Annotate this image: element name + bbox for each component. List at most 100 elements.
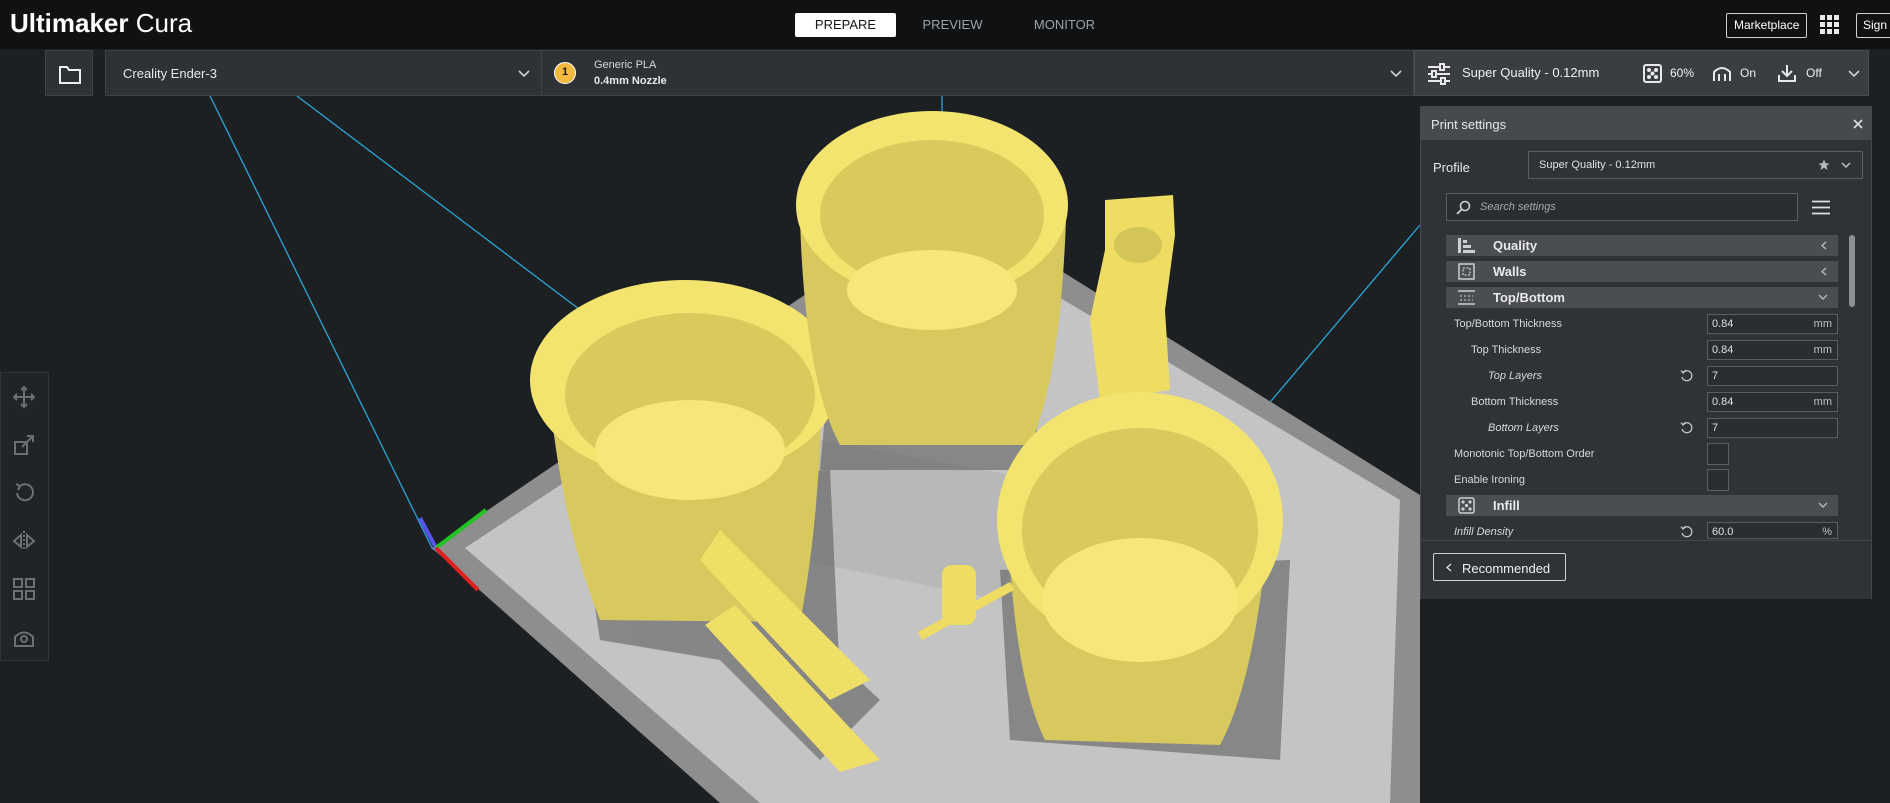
category-infill[interactable]: Infill: [1446, 495, 1838, 516]
close-icon[interactable]: [1853, 119, 1863, 129]
setting-unit: mm: [1813, 318, 1832, 330]
panel-footer: Recommended: [1421, 540, 1871, 599]
chevron-left-icon: [1821, 241, 1827, 250]
setting-label: Enable Ironing: [1454, 474, 1525, 486]
top-bottom-icon: [1458, 290, 1475, 305]
category-walls[interactable]: Walls: [1446, 261, 1838, 282]
move-icon[interactable]: [12, 385, 36, 409]
chevron-left-icon: [1446, 563, 1452, 572]
model-cup-center: [796, 111, 1068, 445]
setting-value: 7: [1712, 370, 1719, 382]
scale-icon[interactable]: [12, 433, 36, 457]
model-handle-part: [1090, 195, 1175, 400]
setting-label: Top Thickness: [1471, 344, 1542, 356]
adhesion-icon: [1778, 65, 1796, 82]
search-settings-field[interactable]: Search settings: [1446, 193, 1798, 221]
setting-value: 0.84: [1712, 318, 1734, 330]
setting-label: Bottom Thickness: [1471, 396, 1559, 408]
settings-scrollbar[interactable]: [1849, 235, 1855, 307]
hamburger-icon[interactable]: [1812, 200, 1830, 215]
top-bottom-thickness-input[interactable]: 0.84 mm: [1707, 314, 1838, 334]
enable-ironing-checkbox[interactable]: [1707, 469, 1729, 491]
star-icon[interactable]: [1818, 159, 1830, 171]
extruder-number: 1: [561, 66, 569, 78]
bottom-layers-input[interactable]: 7: [1707, 418, 1838, 438]
setting-label: Top Layers: [1488, 370, 1543, 382]
setting-value: 7: [1712, 422, 1719, 434]
tab-monitor[interactable]: MONITOR: [1012, 13, 1117, 37]
setting-label: Infill Density: [1454, 526, 1514, 538]
adhesion-value: Off: [1806, 66, 1822, 80]
support-blocker-icon[interactable]: [12, 625, 36, 649]
chevron-down-icon: [1818, 294, 1828, 300]
grid-icon[interactable]: [1819, 14, 1840, 35]
setting-unit: mm: [1813, 344, 1832, 356]
sliders-icon: [1428, 63, 1450, 85]
tab-preview[interactable]: PREVIEW: [905, 13, 1000, 37]
reset-icon[interactable]: [1680, 369, 1693, 382]
search-placeholder: Search settings: [1480, 201, 1556, 213]
category-quality[interactable]: Quality: [1446, 235, 1838, 256]
infill-density-input[interactable]: 60.0 %: [1707, 522, 1838, 539]
quality-icon: [1458, 238, 1475, 253]
top-thickness-input[interactable]: 0.84 mm: [1707, 340, 1838, 360]
profile-label: Profile: [1433, 160, 1470, 175]
material-name: Generic PLA: [594, 59, 657, 71]
open-file-button[interactable]: [45, 50, 93, 96]
reset-icon[interactable]: [1680, 421, 1693, 434]
chevron-down-icon: [1848, 70, 1860, 78]
header-bar: Ultimaker Cura PREPARE PREVIEW MONITOR M…: [0, 0, 1890, 49]
setting-value: 0.84: [1712, 344, 1734, 356]
quality-profile-label: Super Quality - 0.12mm: [1462, 65, 1600, 80]
support-value: On: [1740, 66, 1757, 80]
setting-label: Top/Bottom Thickness: [1454, 318, 1563, 330]
bottom-thickness-input[interactable]: 0.84 mm: [1707, 392, 1838, 412]
category-label: Walls: [1493, 264, 1527, 279]
tab-prepare[interactable]: PREPARE: [795, 13, 896, 37]
monotonic-order-checkbox[interactable]: [1707, 443, 1729, 465]
printer-selector[interactable]: Creality Ender-3: [105, 50, 542, 96]
infill-icon: [1458, 497, 1475, 514]
recommended-button[interactable]: Recommended: [1433, 553, 1566, 581]
top-layers-input[interactable]: 7: [1707, 366, 1838, 386]
nozzle-size: 0.4mm Nozzle: [594, 75, 667, 87]
setting-label: Monotonic Top/Bottom Order: [1454, 448, 1595, 460]
app-title-light: Cura: [135, 8, 193, 38]
profile-value: Super Quality - 0.12mm: [1539, 159, 1656, 171]
walls-icon: [1458, 263, 1475, 280]
marketplace-button[interactable]: Marketplace: [1726, 13, 1808, 38]
chevron-down-icon: [518, 70, 530, 78]
app-logo: Ultimaker Cura: [10, 8, 192, 39]
category-top-bottom[interactable]: Top/Bottom: [1446, 287, 1838, 308]
setting-value: 0.84: [1712, 396, 1734, 408]
per-model-settings-icon[interactable]: [12, 577, 36, 601]
setting-unit: %: [1822, 526, 1832, 538]
tool-strip: [0, 372, 49, 661]
recommended-label: Recommended: [1462, 561, 1551, 576]
signin-button[interactable]: Sign in: [1856, 13, 1890, 38]
material-selector[interactable]: 1 Generic PLA 0.4mm Nozzle: [542, 50, 1414, 96]
profile-dropdown[interactable]: Super Quality - 0.12mm: [1528, 151, 1863, 179]
chevron-left-icon: [1821, 267, 1827, 276]
infill-icon: [1643, 64, 1662, 83]
panel-header: Print settings: [1421, 107, 1871, 140]
support-icon: [1713, 67, 1731, 81]
printer-name: Creality Ender-3: [123, 66, 217, 81]
infill-value: 60%: [1670, 66, 1695, 80]
category-label: Top/Bottom: [1493, 290, 1565, 305]
rotate-icon[interactable]: [12, 481, 36, 505]
chevron-down-icon: [1390, 70, 1402, 78]
print-setup-selector[interactable]: Super Quality - 0.12mm 60% On Off: [1414, 50, 1869, 96]
chevron-down-icon: [1841, 162, 1851, 169]
panel-title: Print settings: [1431, 117, 1507, 132]
folder-icon: [59, 66, 81, 84]
reset-icon[interactable]: [1680, 525, 1693, 538]
search-icon: [1456, 200, 1471, 215]
setting-label: Bottom Layers: [1488, 422, 1559, 434]
model-cup-right: [997, 392, 1283, 745]
category-label: Quality: [1493, 238, 1538, 253]
category-label: Infill: [1493, 498, 1520, 513]
chevron-down-icon: [1818, 502, 1828, 508]
mirror-icon[interactable]: [12, 529, 36, 553]
extruder-badge: 1: [554, 62, 576, 84]
